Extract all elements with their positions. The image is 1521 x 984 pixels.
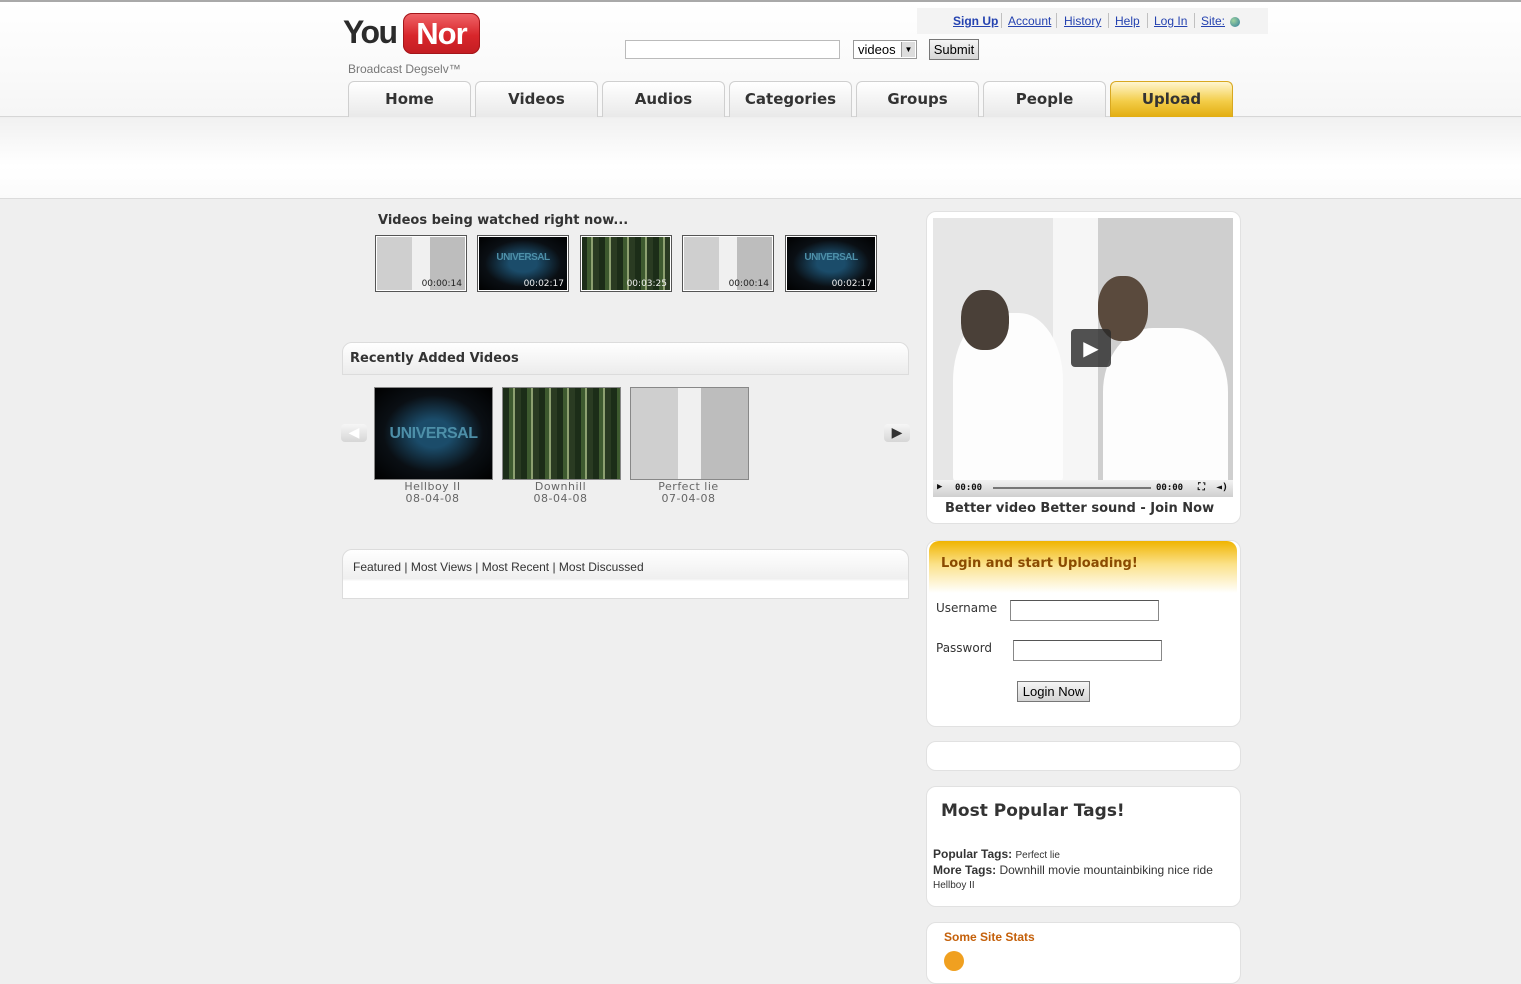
- divider: |: [401, 560, 411, 574]
- play-small-icon[interactable]: ▶: [937, 482, 942, 492]
- recent-video-thumb[interactable]: [630, 387, 749, 480]
- current-time: 00:00: [955, 483, 983, 493]
- feature-tabs-bar: Featured | Most Views | Most Recent | Mo…: [342, 549, 909, 599]
- tab-videos[interactable]: Videos: [475, 81, 598, 117]
- logo-tagline: Broadcast Degselv™: [348, 62, 461, 76]
- tab-people[interactable]: People: [983, 81, 1106, 117]
- search-input[interactable]: [625, 40, 840, 59]
- player-caption[interactable]: Better video Better sound - Join Now: [945, 501, 1214, 516]
- username-field[interactable]: [1010, 600, 1159, 621]
- help-link[interactable]: Help: [1115, 14, 1140, 28]
- tab-home[interactable]: Home: [348, 81, 471, 117]
- universal-logo: UNIVERSAL: [496, 252, 550, 263]
- stats-title: Some Site Stats: [944, 930, 1035, 944]
- next-arrow-icon[interactable]: ▶: [884, 424, 910, 442]
- recent-videos-header: Recently Added Videos: [342, 342, 909, 375]
- tab-most-recent[interactable]: Most Recent: [482, 560, 549, 574]
- site-link[interactable]: Site:: [1201, 14, 1225, 28]
- volume-icon[interactable]: ◄): [1216, 482, 1228, 493]
- video-player[interactable]: ▶ ▶ 00:00 00:00 ⛶ ◄): [933, 218, 1233, 497]
- tab-featured[interactable]: Featured: [353, 560, 401, 574]
- divider: [1001, 13, 1002, 28]
- watching-thumb[interactable]: 00:00:14: [375, 235, 467, 292]
- person-right: [1103, 328, 1228, 488]
- login-title: Login and start Uploading!: [941, 556, 1138, 571]
- password-field[interactable]: [1013, 640, 1162, 661]
- search-type-select[interactable]: videos ▼: [853, 40, 917, 59]
- universal-logo: UNIVERSAL: [804, 252, 858, 263]
- video-date: 08-04-08: [533, 492, 588, 505]
- tags-title: Most Popular Tags!: [941, 801, 1125, 821]
- empty-box: [926, 741, 1241, 771]
- video-date: 07-04-08: [661, 492, 716, 505]
- divider: [1194, 13, 1195, 28]
- tab-groups[interactable]: Groups: [856, 81, 979, 117]
- video-date: 08-04-08: [405, 492, 460, 505]
- duration-label: 00:03:25: [626, 279, 667, 289]
- divider: [1147, 13, 1148, 28]
- play-icon[interactable]: ▶: [1071, 329, 1111, 367]
- recent-video-thumb[interactable]: [502, 387, 621, 480]
- more-tags-row: More Tags: Downhill movie mountainbiking…: [933, 863, 1213, 877]
- watching-thumb[interactable]: UNIVERSAL 00:02:17: [477, 235, 569, 292]
- watching-title: Videos being watched right now...: [378, 213, 629, 228]
- fullscreen-icon[interactable]: ⛶: [1198, 482, 1205, 493]
- recent-video-thumb[interactable]: UNIVERSAL: [374, 387, 493, 480]
- stats-icon: [944, 951, 964, 971]
- universal-logo: UNIVERSAL: [389, 425, 478, 442]
- feature-tabs: Featured | Most Views | Most Recent | Mo…: [353, 560, 644, 574]
- seek-bar[interactable]: [993, 487, 1151, 489]
- login-link[interactable]: Log In: [1154, 14, 1187, 28]
- more-tags-label: More Tags:: [933, 863, 997, 877]
- total-time: 00:00: [1156, 483, 1184, 493]
- popular-tags-row: Popular Tags: Perfect lie: [933, 847, 1060, 861]
- signup-link[interactable]: Sign Up: [953, 14, 998, 28]
- search-submit-button[interactable]: Submit: [929, 39, 979, 60]
- player-controls: ▶ 00:00 00:00 ⛶ ◄): [933, 480, 1233, 497]
- divider: [1108, 13, 1109, 28]
- tab-most-views[interactable]: Most Views: [411, 560, 472, 574]
- banner-area: [0, 118, 1521, 199]
- password-label: Password: [936, 641, 993, 655]
- logo-nor-badge[interactable]: Nor: [403, 13, 480, 54]
- history-link[interactable]: History: [1064, 14, 1101, 28]
- tab-audios[interactable]: Audios: [602, 81, 725, 117]
- watching-thumb[interactable]: 00:03:25: [580, 235, 672, 292]
- watching-thumb[interactable]: UNIVERSAL 00:02:17: [785, 235, 877, 292]
- tag-link[interactable]: Downhill movie mountainbiking nice ride: [999, 863, 1212, 877]
- popular-tags-label: Popular Tags:: [933, 847, 1013, 861]
- divider: |: [549, 560, 559, 574]
- prev-arrow-icon[interactable]: ◀: [341, 424, 367, 442]
- tab-most-discussed[interactable]: Most Discussed: [559, 560, 644, 574]
- recent-videos-title: Recently Added Videos: [350, 351, 519, 366]
- tab-upload[interactable]: Upload: [1110, 81, 1233, 117]
- duration-label: 00:00:14: [728, 279, 769, 289]
- logo-you-text[interactable]: You: [343, 14, 398, 51]
- globe-icon[interactable]: [1230, 17, 1240, 27]
- duration-label: 00:00:14: [421, 279, 462, 289]
- search-type-value: videos: [858, 42, 896, 57]
- username-label: Username: [936, 601, 998, 615]
- login-header: Login and start Uploading!: [929, 541, 1237, 593]
- duration-label: 00:02:17: [831, 279, 872, 289]
- watching-thumb[interactable]: 00:00:14: [682, 235, 774, 292]
- tag-link[interactable]: Hellboy II: [933, 880, 975, 891]
- divider: [1056, 13, 1057, 28]
- head-left: [961, 290, 1009, 350]
- chevron-down-icon[interactable]: ▼: [901, 42, 915, 57]
- duration-label: 00:02:17: [523, 279, 564, 289]
- tab-categories[interactable]: Categories: [729, 81, 852, 117]
- user-links-bar: Sign Up Account History Help Log In Site…: [917, 8, 1268, 34]
- divider: |: [471, 560, 482, 574]
- tag-link[interactable]: Perfect lie: [1015, 850, 1059, 861]
- account-link[interactable]: Account: [1008, 14, 1051, 28]
- login-button[interactable]: Login Now: [1017, 681, 1090, 702]
